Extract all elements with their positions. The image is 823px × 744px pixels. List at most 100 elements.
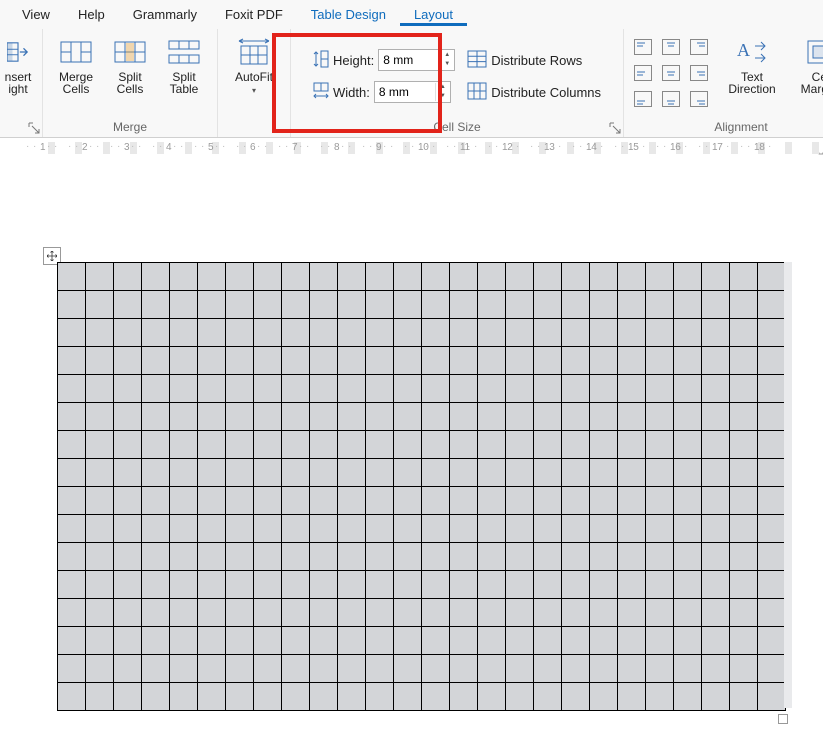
align-top-right[interactable]: [686, 35, 712, 59]
table-cell[interactable]: [478, 263, 506, 291]
table-cell[interactable]: [422, 683, 450, 711]
table-cell[interactable]: [58, 599, 86, 627]
table-cell[interactable]: [282, 543, 310, 571]
table-cell[interactable]: [646, 655, 674, 683]
table-cell[interactable]: [58, 515, 86, 543]
tab-layout[interactable]: Layout: [400, 3, 467, 26]
table-cell[interactable]: [254, 655, 282, 683]
table-cell[interactable]: [310, 263, 338, 291]
table-cell[interactable]: [86, 487, 114, 515]
table-cell[interactable]: [758, 627, 786, 655]
table-cell[interactable]: [310, 683, 338, 711]
table-cell[interactable]: [478, 431, 506, 459]
table-cell[interactable]: [114, 655, 142, 683]
table-cell[interactable]: [170, 487, 198, 515]
table-cell[interactable]: [394, 543, 422, 571]
table-cell[interactable]: [394, 487, 422, 515]
table-cell[interactable]: [282, 571, 310, 599]
table-cell[interactable]: [226, 571, 254, 599]
cell-size-dialog-launcher[interactable]: [609, 122, 621, 134]
split-cells-button[interactable]: Split Cells: [103, 35, 157, 95]
table-cell[interactable]: [422, 403, 450, 431]
table-cell[interactable]: [450, 543, 478, 571]
table-cell[interactable]: [310, 459, 338, 487]
table-cell[interactable]: [730, 683, 758, 711]
table-cell[interactable]: [758, 319, 786, 347]
table-cell[interactable]: [478, 515, 506, 543]
table-cell[interactable]: [450, 571, 478, 599]
table-cell[interactable]: [450, 627, 478, 655]
table-cell[interactable]: [310, 599, 338, 627]
table-cell[interactable]: [422, 263, 450, 291]
table-cell[interactable]: [646, 403, 674, 431]
table-cell[interactable]: [86, 375, 114, 403]
table-cell[interactable]: [198, 375, 226, 403]
table-cell[interactable]: [338, 319, 366, 347]
table-cell[interactable]: [702, 459, 730, 487]
table-cell[interactable]: [310, 487, 338, 515]
table-cell[interactable]: [338, 543, 366, 571]
width-spinner[interactable]: ▲▼: [374, 81, 451, 103]
table-cell[interactable]: [702, 627, 730, 655]
table-cell[interactable]: [422, 431, 450, 459]
table-cell[interactable]: [366, 683, 394, 711]
table-cell[interactable]: [730, 291, 758, 319]
table-cell[interactable]: [114, 571, 142, 599]
width-spin-up[interactable]: ▲: [436, 83, 450, 92]
table-cell[interactable]: [450, 459, 478, 487]
table-cell[interactable]: [702, 347, 730, 375]
table-cell[interactable]: [646, 543, 674, 571]
table-cell[interactable]: [702, 571, 730, 599]
table-cell[interactable]: [478, 599, 506, 627]
table-cell[interactable]: [450, 403, 478, 431]
split-table-button[interactable]: Split Table: [157, 35, 211, 95]
table-cell[interactable]: [534, 431, 562, 459]
table-cell[interactable]: [58, 459, 86, 487]
table-cell[interactable]: [506, 599, 534, 627]
table-cell[interactable]: [86, 431, 114, 459]
table-cell[interactable]: [254, 683, 282, 711]
table-cell[interactable]: [394, 459, 422, 487]
table-cell[interactable]: [590, 263, 618, 291]
table-cell[interactable]: [142, 543, 170, 571]
table-cell[interactable]: [114, 627, 142, 655]
table-cell[interactable]: [590, 347, 618, 375]
table-cell[interactable]: [282, 431, 310, 459]
table-cell[interactable]: [450, 487, 478, 515]
table-cell[interactable]: [86, 515, 114, 543]
table-cell[interactable]: [758, 571, 786, 599]
table-cell[interactable]: [254, 319, 282, 347]
table-cell[interactable]: [254, 263, 282, 291]
table-cell[interactable]: [618, 515, 646, 543]
table-cell[interactable]: [114, 263, 142, 291]
table-cell[interactable]: [366, 543, 394, 571]
height-spin-up[interactable]: ▲: [440, 51, 454, 60]
table-cell[interactable]: [618, 403, 646, 431]
table-cell[interactable]: [422, 459, 450, 487]
table-cell[interactable]: [590, 319, 618, 347]
table-cell[interactable]: [506, 655, 534, 683]
table-cell[interactable]: [142, 403, 170, 431]
table-cell[interactable]: [422, 291, 450, 319]
table-cell[interactable]: [450, 319, 478, 347]
table-cell[interactable]: [478, 627, 506, 655]
table-cell[interactable]: [86, 683, 114, 711]
table-cell[interactable]: [702, 543, 730, 571]
table-cell[interactable]: [310, 291, 338, 319]
table-cell[interactable]: [534, 291, 562, 319]
table-cell[interactable]: [338, 683, 366, 711]
table-cell[interactable]: [170, 347, 198, 375]
table-cell[interactable]: [534, 319, 562, 347]
table-cell[interactable]: [86, 655, 114, 683]
table-cell[interactable]: [674, 375, 702, 403]
table-cell[interactable]: [86, 291, 114, 319]
table-cell[interactable]: [730, 347, 758, 375]
table-cell[interactable]: [142, 655, 170, 683]
table-cell[interactable]: [562, 515, 590, 543]
table-cell[interactable]: [562, 347, 590, 375]
table-cell[interactable]: [142, 627, 170, 655]
table-cell[interactable]: [730, 375, 758, 403]
table-cell[interactable]: [478, 655, 506, 683]
table-resize-handle[interactable]: [778, 714, 788, 724]
table-cell[interactable]: [366, 263, 394, 291]
